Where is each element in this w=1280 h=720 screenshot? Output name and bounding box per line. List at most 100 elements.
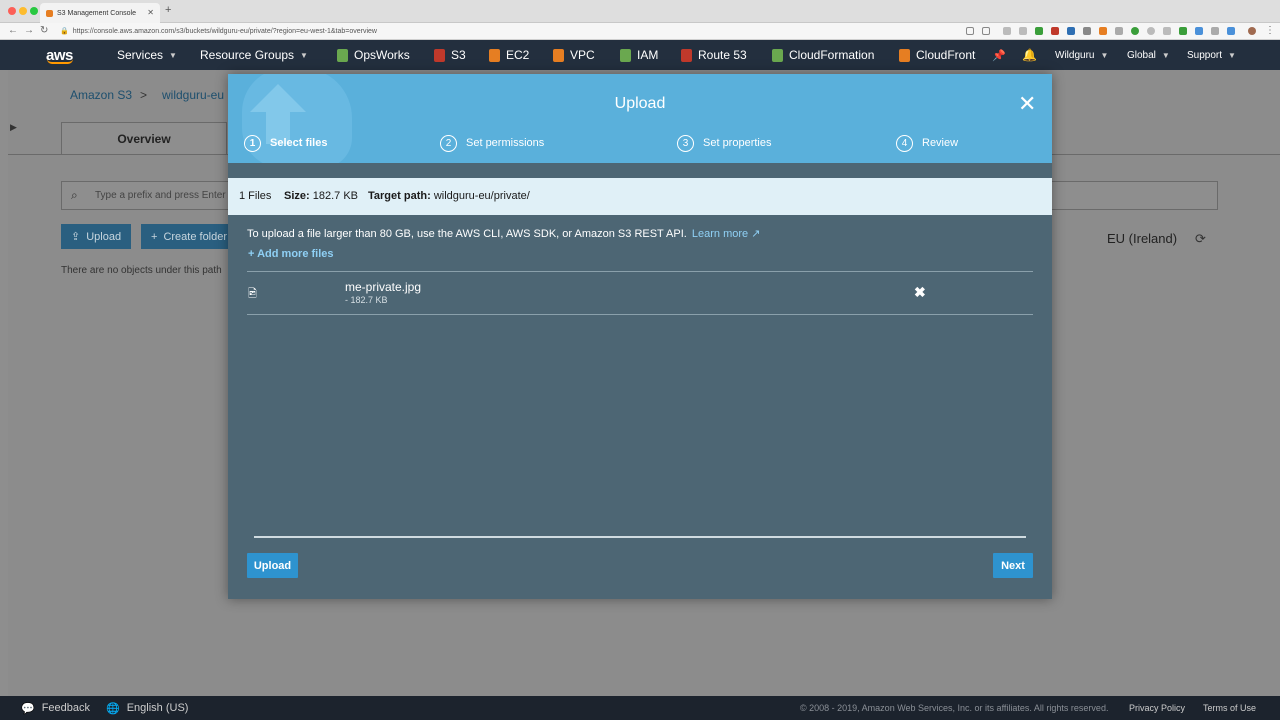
- external-link-icon: ↗: [751, 228, 761, 240]
- extension-icon[interactable]: [1035, 27, 1043, 35]
- extension-icon[interactable]: [1115, 27, 1123, 35]
- privacy-policy-link[interactable]: Privacy Policy: [1129, 696, 1185, 720]
- shortcut-route53[interactable]: Route 53: [681, 40, 747, 70]
- remove-file-icon[interactable]: ✖: [914, 284, 926, 301]
- modal-title: Upload: [614, 95, 666, 112]
- region-menu[interactable]: Global ▼: [1127, 40, 1170, 70]
- shortcut-vpc[interactable]: VPC: [553, 40, 595, 70]
- account-menu[interactable]: Wildguru ▼: [1055, 40, 1108, 70]
- shortcut-iam[interactable]: IAM: [620, 40, 658, 70]
- new-tab-button[interactable]: +: [165, 4, 171, 16]
- aws-top-nav: aws Services ▼ Resource Groups ▼ OpsWorks …: [0, 40, 1280, 70]
- chat-bubble-icon: 💬: [21, 702, 35, 715]
- step-set-permissions[interactable]: 2 Set permissions: [440, 134, 544, 152]
- step-label: Set properties: [703, 137, 772, 149]
- shortcut-ec2[interactable]: EC2: [489, 40, 529, 70]
- empty-path-note: There are no objects under this path: [61, 265, 222, 276]
- extension-icon[interactable]: [1099, 27, 1107, 35]
- extension-icon[interactable]: [1147, 27, 1155, 35]
- add-more-files-button[interactable]: + Add more files: [248, 248, 334, 260]
- chevron-down-icon: ▼: [1161, 50, 1170, 60]
- upload-button[interactable]: Upload: [247, 553, 298, 578]
- extension-icon[interactable]: [1227, 27, 1235, 35]
- upload-summary-bar: 1 Files Size: 182.7 KB Target path: wild…: [228, 178, 1052, 215]
- chevron-down-icon: ▼: [1228, 50, 1236, 60]
- extension-icon[interactable]: [1179, 27, 1187, 35]
- shortcut-cloudfront[interactable]: CloudFront: [899, 40, 975, 70]
- search-placeholder: Type a prefix and press Enter: [95, 190, 226, 201]
- language-selector[interactable]: 🌐 English (US): [106, 696, 188, 720]
- cloudformation-icon: [772, 48, 783, 62]
- browser-tab[interactable]: S3 Management Console ✕: [40, 3, 160, 23]
- console-footer: 💬 Feedback 🌐 English (US) © 2008 - 2019, A…: [0, 696, 1280, 720]
- zoom-icon[interactable]: [966, 27, 974, 35]
- extension-icon[interactable]: [1131, 27, 1139, 35]
- close-icon[interactable]: ✕: [1018, 93, 1036, 115]
- step-set-properties[interactable]: 3 Set properties: [677, 134, 771, 152]
- extension-icon[interactable]: [1195, 27, 1203, 35]
- resource-groups-menu[interactable]: Resource Groups ▼: [200, 40, 308, 70]
- star-icon[interactable]: [982, 27, 990, 35]
- plus-icon: +: [151, 230, 158, 243]
- forward-arrow-icon[interactable]: →: [24, 25, 34, 36]
- header-gap: [228, 163, 1052, 178]
- image-file-icon: 🖻: [248, 288, 257, 300]
- extension-icon[interactable]: [1019, 27, 1027, 35]
- background-upload-button[interactable]: ⇪ Upload: [61, 224, 132, 249]
- browser-tab-bar: S3 Management Console ✕ +: [0, 0, 1280, 23]
- ec2-icon: [489, 48, 500, 62]
- sidebar-expand-icon[interactable]: ▶: [10, 122, 17, 133]
- extension-icon[interactable]: [1163, 27, 1171, 35]
- url-field[interactable]: 🔒 https://console.aws.amazon.com/s3/bucke…: [60, 25, 377, 38]
- upload-icon: ⇪: [71, 231, 81, 243]
- pin-icon[interactable]: 📌: [992, 40, 1006, 70]
- close-window-button[interactable]: [8, 7, 16, 15]
- breadcrumb-bucket[interactable]: wildguru-eu: [162, 88, 224, 102]
- breadcrumb-amazon-s3[interactable]: Amazon S3: [70, 88, 132, 102]
- next-button[interactable]: Next: [993, 553, 1033, 578]
- support-menu[interactable]: Support ▼: [1187, 40, 1236, 70]
- refresh-icon[interactable]: ⟳: [1195, 231, 1206, 247]
- chevron-down-icon: ▼: [169, 50, 177, 60]
- shortcut-cloudformation[interactable]: CloudFormation: [772, 40, 874, 70]
- route53-icon: [681, 48, 692, 62]
- aws-logo[interactable]: aws: [46, 40, 73, 70]
- extension-icon[interactable]: [1003, 27, 1011, 35]
- search-icon: ⌕: [71, 188, 78, 202]
- shortcut-s3[interactable]: S3: [434, 40, 466, 70]
- step-number: 2: [440, 134, 457, 152]
- upload-modal: Upload ✕ 1 Select files 2 Set permission…: [228, 74, 1052, 599]
- file-list-top-divider: [247, 271, 1033, 272]
- file-count: 1 Files: [239, 190, 272, 202]
- create-folder-button[interactable]: + Create folder: [141, 224, 238, 249]
- bell-icon[interactable]: 🔔: [1022, 40, 1037, 70]
- large-file-note: To upload a file larger than 80 GB, use …: [247, 228, 761, 240]
- step-label: Set permissions: [466, 137, 545, 149]
- tab-close-icon[interactable]: ✕: [147, 8, 154, 17]
- maximize-window-button[interactable]: [30, 7, 38, 15]
- shortcut-opsworks[interactable]: OpsWorks: [337, 40, 410, 70]
- feedback-button[interactable]: 💬 Feedback: [21, 696, 90, 720]
- extension-icon[interactable]: [1211, 27, 1219, 35]
- tab-overview[interactable]: Overview: [61, 122, 227, 155]
- chevron-down-icon: ▼: [300, 50, 308, 60]
- step-label: Select files: [270, 137, 328, 149]
- browser-menu-icon[interactable]: ⋮: [1265, 25, 1275, 36]
- iam-icon: [620, 48, 631, 62]
- extension-icon[interactable]: [1083, 27, 1091, 35]
- minimize-window-button[interactable]: [19, 7, 27, 15]
- reload-icon[interactable]: ↻: [40, 25, 48, 36]
- size-summary: Size: 182.7 KB: [284, 190, 359, 202]
- step-number: 4: [896, 134, 913, 152]
- terms-of-use-link[interactable]: Terms of Use: [1203, 696, 1256, 720]
- learn-more-link[interactable]: Learn more ↗: [692, 228, 761, 240]
- step-label: Review: [922, 137, 959, 149]
- extension-icon[interactable]: [1067, 27, 1075, 35]
- vpc-icon: [553, 48, 564, 62]
- extension-icon[interactable]: [1051, 27, 1059, 35]
- back-arrow-icon[interactable]: ←: [8, 25, 18, 36]
- services-menu[interactable]: Services ▼: [117, 40, 177, 70]
- step-select-files[interactable]: 1 Select files: [244, 134, 327, 152]
- step-review[interactable]: 4 Review: [896, 134, 958, 152]
- profile-avatar[interactable]: [1248, 27, 1256, 35]
